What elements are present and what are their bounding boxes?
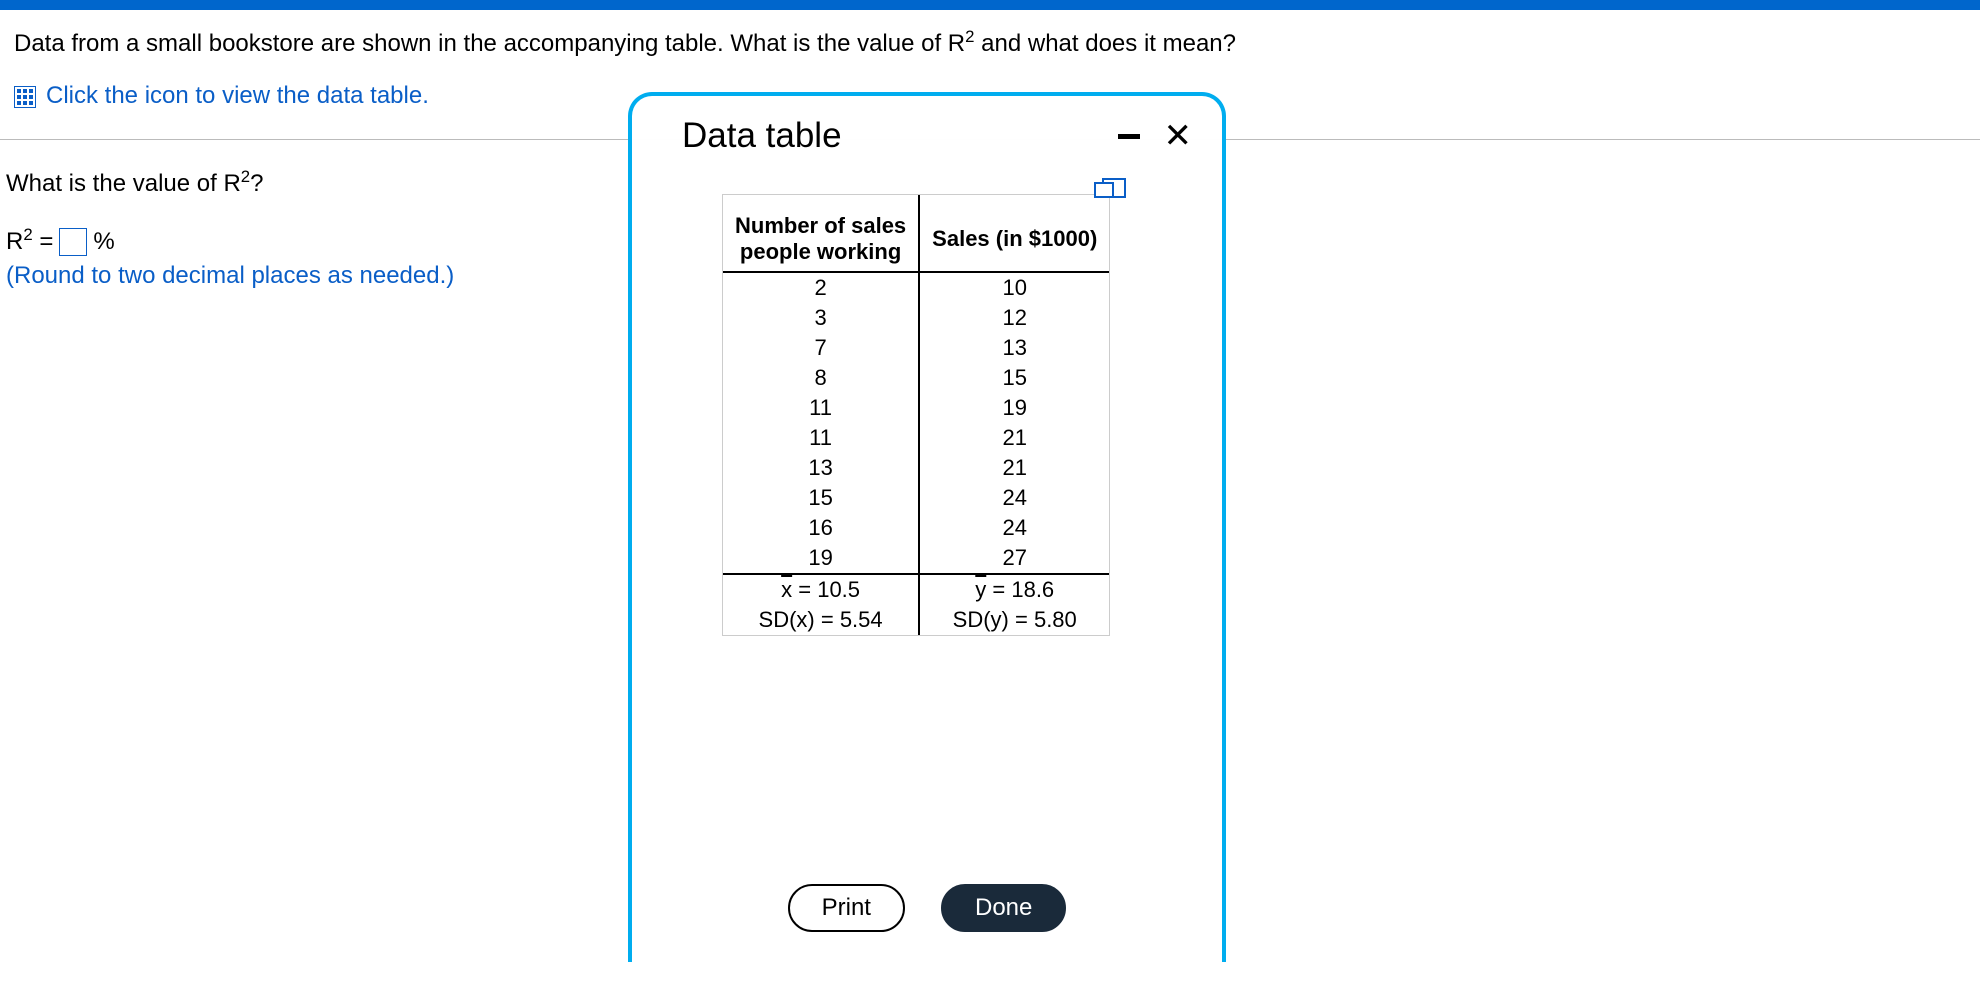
minimize-icon[interactable] [1118,134,1140,139]
cell-y: 10 [919,272,1109,303]
table-row: 312 [723,303,1109,333]
data-table: Number of sales people working Sales (in… [723,195,1109,635]
cell-y: 21 [919,423,1109,453]
print-button[interactable]: Print [788,884,905,932]
table-row: 1624 [723,513,1109,543]
question-prompt: Data from a small bookstore are shown in… [14,28,1966,60]
cell-y: 12 [919,303,1109,333]
data-table-body: 210 312 713 815 1119 1121 1321 1524 1624… [723,272,1109,574]
expr-eq: = [33,228,54,255]
modal-title: Data table [682,116,842,156]
close-icon[interactable]: ✕ [1164,119,1193,153]
cell-x: 7 [723,333,919,363]
expr-var: R2 = [6,228,53,256]
table-row: 815 [723,363,1109,393]
table-row: 1121 [723,423,1109,453]
xbar: x = 10.5 [723,574,919,605]
cell-x: 16 [723,513,919,543]
col1-header: Number of sales people working [723,195,919,272]
prompt-text-before: Data from a small bookstore are shown in… [14,30,965,57]
table-icon [14,86,36,108]
expr-sup: 2 [23,225,32,244]
table-row: 713 [723,333,1109,363]
sdx: SD(x) = 5.54 [723,605,919,635]
cell-y: 24 [919,483,1109,513]
subq-sup: 2 [241,167,250,186]
stats-mean-row: x = 10.5 y = 18.6 [723,574,1109,605]
table-row: 1927 [723,543,1109,574]
data-table-link-text: Click the icon to view the data table. [46,80,429,112]
cell-x: 8 [723,363,919,393]
modal-header: Data table ✕ [632,96,1222,164]
expr-unit: % [93,228,114,256]
done-button[interactable]: Done [941,884,1066,932]
cell-x: 19 [723,543,919,574]
data-table-modal: Data table ✕ Number of sales people work… [628,92,1226,962]
cell-y: 13 [919,333,1109,363]
table-row: 1321 [723,453,1109,483]
window-controls: ✕ [1118,119,1193,153]
col1-header-l1: Number of sales [735,213,906,239]
cell-x: 13 [723,453,919,483]
cell-x: 2 [723,272,919,303]
data-table-container: Number of sales people working Sales (in… [722,194,1110,636]
cell-x: 11 [723,393,919,423]
subq-before: What is the value of R [6,170,241,197]
col1-header-l2: people working [735,239,906,265]
subq-after: ? [250,170,263,197]
modal-footer: Print Done [632,844,1222,962]
expr-R: R [6,228,23,255]
copy-icon[interactable] [1094,182,1114,198]
table-row: 210 [723,272,1109,303]
top-accent-bar [0,0,1980,10]
cell-y: 24 [919,513,1109,543]
table-row: 1524 [723,483,1109,513]
col2-header: Sales (in $1000) [919,195,1109,272]
cell-x: 15 [723,483,919,513]
cell-y: 15 [919,363,1109,393]
cell-x: 3 [723,303,919,333]
r-squared-input[interactable] [59,228,87,256]
sdy: SD(y) = 5.80 [919,605,1109,635]
cell-y: 21 [919,453,1109,483]
cell-y: 19 [919,393,1109,423]
cell-y: 27 [919,543,1109,574]
table-row: 1119 [723,393,1109,423]
prompt-text-after: and what does it mean? [974,30,1236,57]
modal-body: Number of sales people working Sales (in… [632,164,1222,844]
stats-sd-row: SD(x) = 5.54 SD(y) = 5.80 [723,605,1109,635]
cell-x: 11 [723,423,919,453]
ybar: y = 18.6 [919,574,1109,605]
